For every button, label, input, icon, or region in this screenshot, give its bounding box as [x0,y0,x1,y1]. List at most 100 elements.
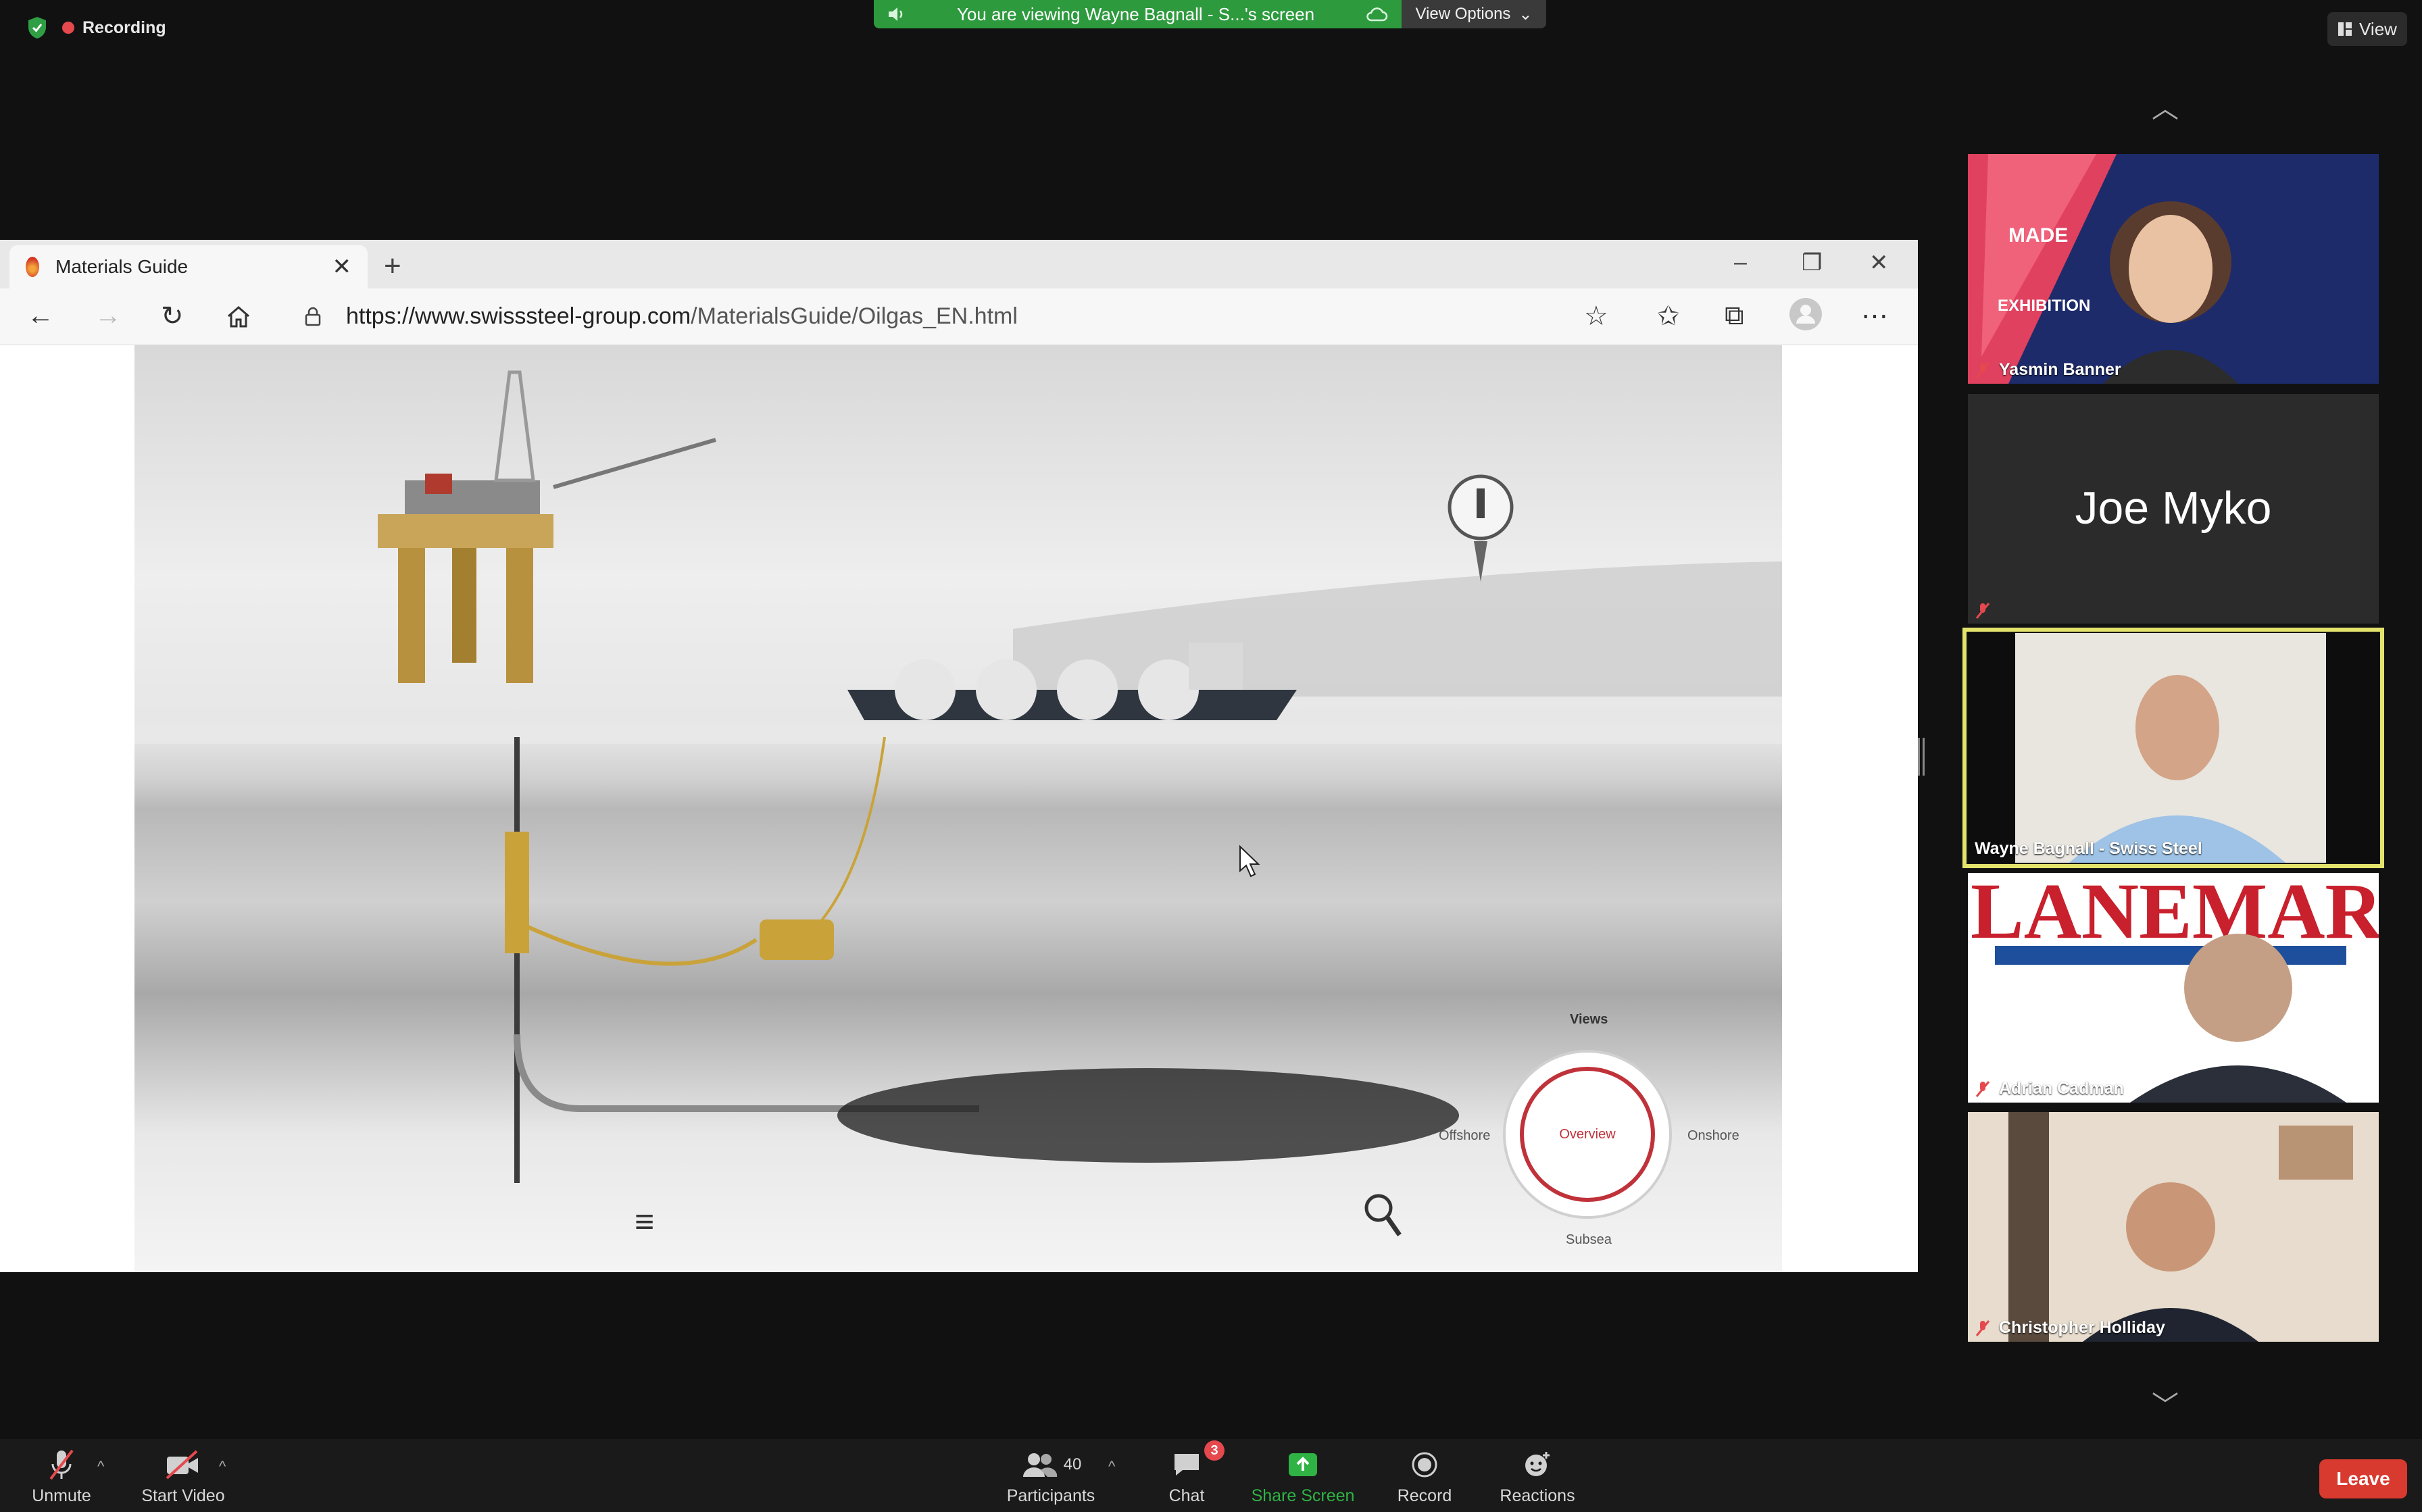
recording-indicator[interactable]: Recording [27,16,166,39]
participant-name-row: Christopher Holliday [1975,1318,2165,1338]
forward-icon[interactable]: → [95,301,122,331]
chat-button[interactable]: 3 Chat [1160,1440,1225,1506]
browser-tab[interactable]: Materials Guide ✕ [9,245,368,288]
overview-button[interactable]: Overview [1520,1067,1655,1202]
chat-bubble-icon [1175,1454,1199,1476]
new-tab-icon[interactable]: + [384,249,401,283]
audio-options-caret-icon[interactable]: ^ [97,1458,104,1476]
view-layout-button[interactable]: View [2327,12,2407,46]
location-pin-icon[interactable] [1448,474,1514,582]
minimize-icon[interactable]: – [1734,249,1747,276]
oil-rig-drawing [378,370,716,683]
tab-title: Materials Guide [55,256,189,277]
meeting-controls-bar: Unmute ^ Start Video ^ 40 Participants ^… [0,1439,2422,1512]
collections-icon[interactable]: ⧉ [1725,301,1744,331]
gallery-down-arrow-icon[interactable]: ﹀ [2152,1384,2179,1423]
participant-name-row: Wayne Bagnall - Swiss Steel [1975,839,2202,859]
chevron-down-icon: ⌄ [1518,5,1533,24]
security-shield-icon[interactable] [27,16,47,39]
video-feed: MADE EXHIBITION [1968,154,2379,384]
muted-mic-icon [1975,1080,1990,1097]
restore-icon[interactable]: ❐ [1802,249,1822,276]
video-feed: LANEMARK [1968,873,2379,1103]
url-host: https://www.swisssteel-group.com [346,303,691,329]
participant-name: Christopher Holliday [1999,1318,2165,1337]
participants-options-caret-icon[interactable]: ^ [1108,1458,1115,1476]
address-bar[interactable]: https://www.swisssteel-group.com/Materia… [346,303,1018,330]
mouse-cursor-icon [1239,845,1260,878]
gallery-up-arrow-icon[interactable]: ︿ [2152,86,2179,126]
share-screen-icon [1289,1453,1317,1476]
participant-tile-christopher[interactable]: Christopher Holliday [1968,1112,2379,1342]
participants-button[interactable]: 40 Participants [1000,1446,1102,1506]
muted-mic-icon [1975,361,1990,378]
url-path: /MaterialsGuide/Oilgas_EN.html [691,303,1018,329]
more-options-icon[interactable]: ⋯ [1861,301,1888,332]
browser-tabstrip: Materials Guide ✕ + – ❐ ✕ [0,240,1918,288]
svg-text:LANEMARK: LANEMARK [1971,873,2379,955]
muted-mic-icon [1975,1319,1990,1336]
mic-muted-icon [49,1449,74,1480]
participant-tile-adrian[interactable]: LANEMARK Adrian Cadman [1968,873,2379,1103]
back-icon[interactable]: ← [27,301,54,331]
share-banner-text: You are viewing Wayne Bagnall - S...'s s… [956,3,1315,24]
participant-name: Adrian Cadman [1999,1079,2124,1098]
oil-gas-illustration[interactable]: ≡ Views Overview Offshore Onshore Subsea [134,345,1782,1272]
swiss-steel-favicon-icon [26,257,39,277]
muted-mic-icon [1975,603,1990,619]
lock-icon[interactable] [304,306,322,326]
participant-tile-yasmin[interactable]: MADE EXHIBITION Yasmin Banner [1968,154,2379,384]
view-options-dropdown[interactable]: View Options ⌄ [1402,0,1546,28]
svg-text:EXHIBITION: EXHIBITION [1998,297,2090,315]
subsea-view-link[interactable]: Subsea [1566,1232,1612,1248]
home-icon[interactable] [226,305,251,329]
unmute-button[interactable]: Unmute [24,1446,99,1506]
participant-name: Yasmin Banner [1999,360,2121,379]
svg-text:MADE: MADE [2008,224,2068,247]
panel-resize-handle[interactable] [1918,738,1925,776]
unmute-label: Unmute [32,1486,91,1505]
participant-tile-joe[interactable]: Joe Myko [1968,394,2379,624]
share-screen-label: Share Screen [1251,1486,1355,1505]
add-favorite-icon[interactable]: ☆ [1584,301,1608,332]
record-button[interactable]: Record [1391,1446,1458,1506]
refresh-icon[interactable]: ↻ [161,301,184,332]
view-label: View [2359,18,2397,39]
participants-label: Participants [1006,1486,1095,1505]
record-label: Record [1397,1486,1452,1505]
video-options-caret-icon[interactable]: ^ [219,1458,226,1476]
screen-share-banner: You are viewing Wayne Bagnall - S...'s s… [874,0,1402,28]
participant-name: Wayne Bagnall - Swiss Steel [1975,839,2202,858]
reactions-button[interactable]: Reactions [1493,1446,1581,1506]
close-window-icon[interactable]: ✕ [1869,249,1889,276]
start-video-button[interactable]: Start Video [132,1446,234,1506]
favorites-icon[interactable]: ✩ [1657,301,1680,332]
video-feed [1968,1112,2379,1342]
participant-tile-wayne[interactable]: Wayne Bagnall - Swiss Steel [1962,628,2384,868]
video-off-icon [166,1450,198,1480]
participant-name-row: Adrian Cadman [1975,1079,2124,1099]
participant-name-row [1975,602,1991,620]
web-page-content: ≡ Views Overview Offshore Onshore Subsea [0,345,1918,1272]
views-selector[interactable]: Overview [1503,1050,1672,1219]
reactions-icon [1525,1452,1550,1476]
tab-close-icon[interactable]: ✕ [332,253,352,280]
recording-label: Recording [82,18,166,37]
participant-name-row: Yasmin Banner [1975,360,2121,380]
profile-avatar-icon[interactable] [1788,297,1823,338]
participants-icon [1022,1453,1057,1477]
menu-icon[interactable]: ≡ [635,1202,654,1241]
offshore-view-link[interactable]: Offshore [1439,1128,1490,1144]
grid-view-icon [2338,22,2352,36]
overview-label: Overview [1559,1126,1616,1142]
leave-button[interactable]: Leave [2319,1459,2407,1498]
share-screen-button[interactable]: Share Screen [1249,1446,1357,1506]
onshore-view-link[interactable]: Onshore [1687,1128,1739,1144]
video-feed [1968,633,2379,863]
participants-count: 40 [1063,1455,1082,1473]
magnifier-icon[interactable] [1362,1192,1403,1239]
zoom-meeting-window: Recording You are viewing Wayne Bagnall … [0,0,2422,1512]
views-title: Views [1570,1012,1608,1027]
record-icon [1412,1452,1437,1478]
participant-display-name: Joe Myko [2075,482,2272,534]
